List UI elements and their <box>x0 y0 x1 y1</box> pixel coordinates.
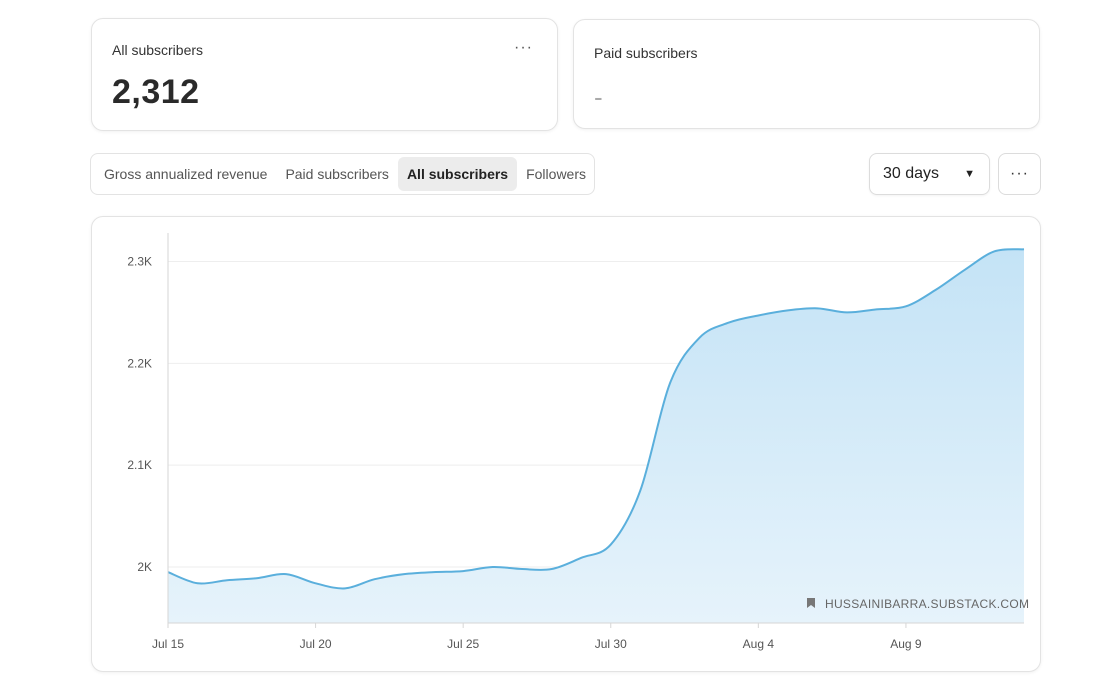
chart-card: 2K 2.1K 2.2K 2.3K Jul 15 Jul 20 Jul 25 Jul 30 Au… <box>91 216 1041 672</box>
y-tick-label: 2K <box>137 560 152 574</box>
date-range-value: 30 days <box>883 165 940 182</box>
y-tick-label: 2.2K <box>127 356 152 370</box>
all-subscribers-value: 2,312 <box>112 73 200 111</box>
chart-watermark: HUSSAINIBARRA.SUBSTACK.COM <box>825 597 1029 611</box>
x-tick-label: Jul 15 <box>152 637 184 651</box>
all-subscribers-more-icon[interactable]: ··· <box>514 39 533 57</box>
caret-down-icon: ▼ <box>964 168 975 180</box>
y-tick-label: 2.3K <box>127 255 152 269</box>
x-tick-label: Jul 30 <box>595 637 627 651</box>
tab-gross-annualized-revenue[interactable]: Gross annualized revenue <box>95 157 276 191</box>
tab-paid-subscribers[interactable]: Paid subscribers <box>276 157 398 191</box>
all-subscribers-title: All subscribers <box>112 42 204 58</box>
x-tick-label: Jul 20 <box>300 637 332 651</box>
x-tick-label: Jul 25 <box>447 637 479 651</box>
chart-more-icon[interactable]: ··· <box>998 153 1041 195</box>
subscriber-chart: 2K 2.1K 2.2K 2.3K Jul 15 Jul 20 Jul 25 Jul 30 Au… <box>127 233 1029 651</box>
paid-subscribers-card: Paid subscribers - <box>573 19 1040 129</box>
tab-all-subscribers[interactable]: All subscribers <box>397 157 518 191</box>
paid-subscribers-value: - <box>594 82 603 112</box>
tab-followers[interactable]: Followers <box>517 157 595 191</box>
all-subscribers-card: All subscribers ··· 2,312 <box>91 18 558 131</box>
x-tick-label: Aug 9 <box>890 637 922 651</box>
x-tick-label: Aug 4 <box>743 637 775 651</box>
paid-subscribers-title: Paid subscribers <box>594 45 698 61</box>
metric-tabs: Gross annualized revenue Paid subscriber… <box>90 153 595 195</box>
date-range-select[interactable]: 30 days ▼ <box>869 153 990 195</box>
y-tick-label: 2.1K <box>127 458 152 472</box>
